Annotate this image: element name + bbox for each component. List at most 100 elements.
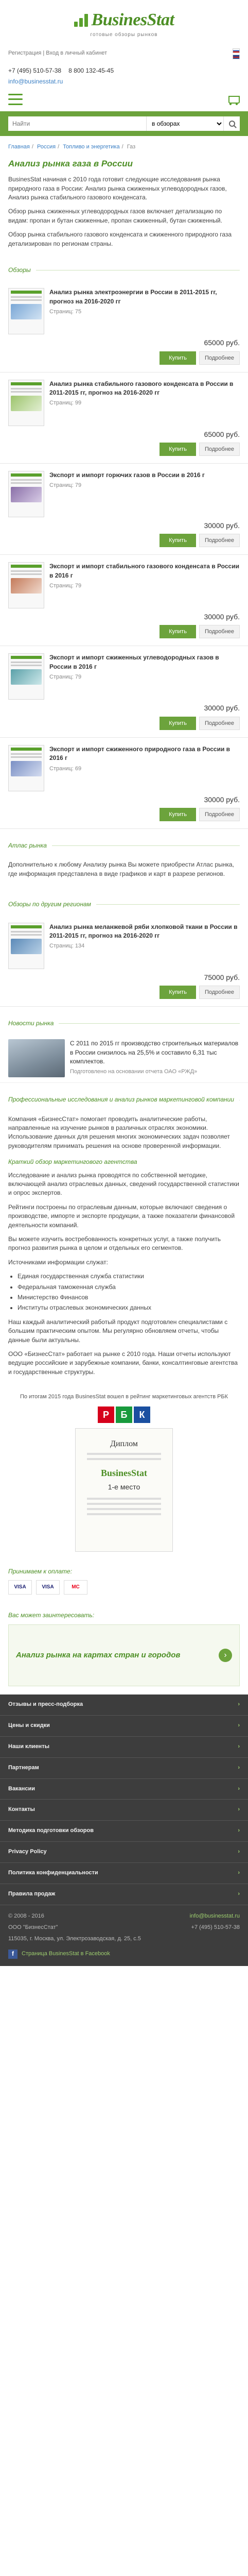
chevron-right-icon: › [238,1827,240,1834]
footer-menu-item[interactable]: Наши клиенты › [0,1737,248,1758]
news-thumbnail[interactable] [8,1039,65,1078]
logo-tagline: готовые обзоры рынков [90,32,158,38]
report-title[interactable]: Анализ рынка меланжевой ряби хлопковой т… [49,923,240,941]
flag-en-icon[interactable] [233,54,240,59]
search-button[interactable] [223,116,240,131]
footer-menu-item[interactable]: Цены и скидки › [0,1716,248,1737]
menu-icon[interactable] [8,93,23,105]
report-title[interactable]: Анализ рынка стабильного газового конден… [49,380,240,398]
report-price: 75000 руб. [204,973,240,981]
report-card[interactable]: Анализ рынка стабильного газового конден… [0,372,248,464]
footer-menu-label: Партнерам [8,1764,39,1771]
footer-menu-item[interactable]: Правила продаж › [0,1884,248,1906]
footer-email[interactable]: info@businesstat.ru [190,1912,240,1921]
report-card[interactable]: Экспорт и импорт стабильного газового ко… [0,555,248,647]
report-card[interactable]: Экспорт и импорт сжиженного природного г… [0,738,248,829]
cart-icon[interactable] [226,94,240,105]
details-button[interactable]: Подробнее [199,985,240,999]
facebook-icon[interactable]: f [8,1949,17,1959]
report-cover[interactable] [8,470,44,517]
buy-button[interactable]: Купить [160,808,196,822]
footer-menu-item[interactable]: Отзывы и пресс-подборка › [0,1694,248,1716]
footer-menu-item[interactable]: Вакансии › [0,1779,248,1800]
news-item[interactable]: С 2011 по 2015 гг производство строитель… [0,1034,248,1083]
footer-menu-label: Privacy Policy [8,1849,47,1855]
register-link[interactable]: Регистрация [8,50,41,56]
footer-menu-item[interactable]: Privacy Policy › [0,1842,248,1863]
report-title[interactable]: Экспорт и импорт сжиженных углеводородны… [49,653,240,671]
logo[interactable]: BusinesStat готовые обзоры рынков [74,7,174,39]
report-cover[interactable] [8,744,44,791]
footer-menu-item[interactable]: Методика подготовки обзоров › [0,1821,248,1842]
promo-title[interactable]: Анализ рынка на картах стран и городов [16,1650,180,1661]
chevron-right-icon: › [238,1722,240,1728]
body-paragraph: ООО «БизнесСтат» работает на рынке с 201… [8,1350,238,1376]
report-pages: Страниц: 75 [49,309,82,315]
buy-button[interactable]: Купить [160,351,196,365]
footer-menu-item[interactable]: Контакты › [0,1800,248,1821]
report-card[interactable]: Анализ рынка электроэнергии в России в 2… [0,281,248,372]
section-other-regions-heading: Обзоры по другим регионам [0,888,248,915]
buy-button[interactable]: Купить [160,625,196,639]
list-item: Министерство Финансов [17,1293,240,1302]
chevron-right-icon: › [238,1891,240,1897]
report-title[interactable]: Экспорт и импорт стабильного газового ко… [49,562,240,580]
report-cover[interactable] [8,653,44,700]
footer-phone[interactable]: +7 (495) 510-57-38 [191,1924,240,1932]
report-card[interactable]: Экспорт и импорт сжиженных углеводородны… [0,646,248,738]
section-atlas-heading: Атлас рынка [0,829,248,856]
other-report-card[interactable]: Анализ рынка меланжевой ряби хлопковой т… [0,916,248,1007]
report-price: 30000 руб. [204,795,240,804]
breadcrumb-russia[interactable]: Россия [37,144,56,150]
details-button[interactable]: Подробнее [199,351,240,365]
arrow-right-icon[interactable]: › [219,1648,232,1662]
footer-menu-item[interactable]: Партнерам › [0,1758,248,1779]
details-button[interactable]: Подробнее [199,808,240,822]
page-title: Анализ рынка газа в России [8,158,133,168]
reports-list: Анализ рынка электроэнергии в России в 2… [0,281,248,829]
buy-button[interactable]: Купить [160,534,196,548]
breadcrumb-home[interactable]: Главная [8,144,30,150]
body-paragraph: Рейтинги построены по отраслевым данным,… [8,1203,235,1229]
phone-2[interactable]: 8 800 132-45-45 [68,66,114,75]
search-icon [228,120,235,127]
phone-1[interactable]: +7 (495) 510-57-38 [8,66,61,75]
report-card[interactable]: Экспорт и импорт горючих газов в России … [0,464,248,555]
buy-button[interactable]: Купить [160,985,196,999]
email-link[interactable]: info@businesstat.ru [8,78,63,85]
details-button[interactable]: Подробнее [199,534,240,548]
breadcrumb-fuel[interactable]: Топливо и энергетика [63,144,119,150]
news-text[interactable]: С 2011 по 2015 гг производство строитель… [70,1039,240,1066]
footer-menu-label: Методика подготовки обзоров [8,1827,94,1834]
intro-text: BusinesStat начиная с 2010 года готовит … [0,175,248,248]
search-input[interactable] [8,116,146,131]
report-cover[interactable] [8,562,44,609]
body-paragraph: Компания «БизнесСтат» помогает проводить… [8,1115,230,1149]
report-cover[interactable] [8,288,44,335]
report-title[interactable]: Экспорт и импорт горючих газов в России … [49,471,240,480]
chevron-right-icon: › [238,1849,240,1855]
details-button[interactable]: Подробнее [199,625,240,639]
report-title[interactable]: Экспорт и импорт сжиженного природного г… [49,745,240,763]
report-cover[interactable] [8,379,44,426]
login-link[interactable]: Вход в личный кабинет [46,50,107,56]
details-button[interactable]: Подробнее [199,442,240,456]
report-cover[interactable] [8,922,44,969]
report-title[interactable]: Анализ рынка электроэнергии в России в 2… [49,288,240,306]
section-short-heading: Краткий обзор маркетингового агентства [8,1158,137,1166]
promo-banner[interactable]: Анализ рынка на картах стран и городов › [8,1624,240,1686]
buy-button[interactable]: Купить [160,442,196,456]
intro-paragraph: Обзор рынка стабильного газового конденс… [8,231,232,247]
diploma-place: 1-е место [108,1483,140,1492]
intro-paragraph: Обзор рынка сжиженных углеводородных газ… [8,208,222,224]
flag-ru-icon[interactable] [233,48,240,53]
details-button[interactable]: Подробнее [199,716,240,730]
footer-menu-item[interactable]: Политика конфиденциальности › [0,1863,248,1885]
buy-button[interactable]: Купить [160,716,196,730]
footer-menu-label: Вакансии [8,1785,35,1792]
search-scope-select[interactable]: в обзорах [146,116,223,131]
report-price: 30000 руб. [204,521,240,530]
breadcrumb: Главная / Россия / Топливо и энергетика / Г… [8,143,136,150]
chevron-right-icon: › [238,1870,240,1876]
facebook-link[interactable]: Страница BusinesStat в Facebook [22,1950,110,1958]
